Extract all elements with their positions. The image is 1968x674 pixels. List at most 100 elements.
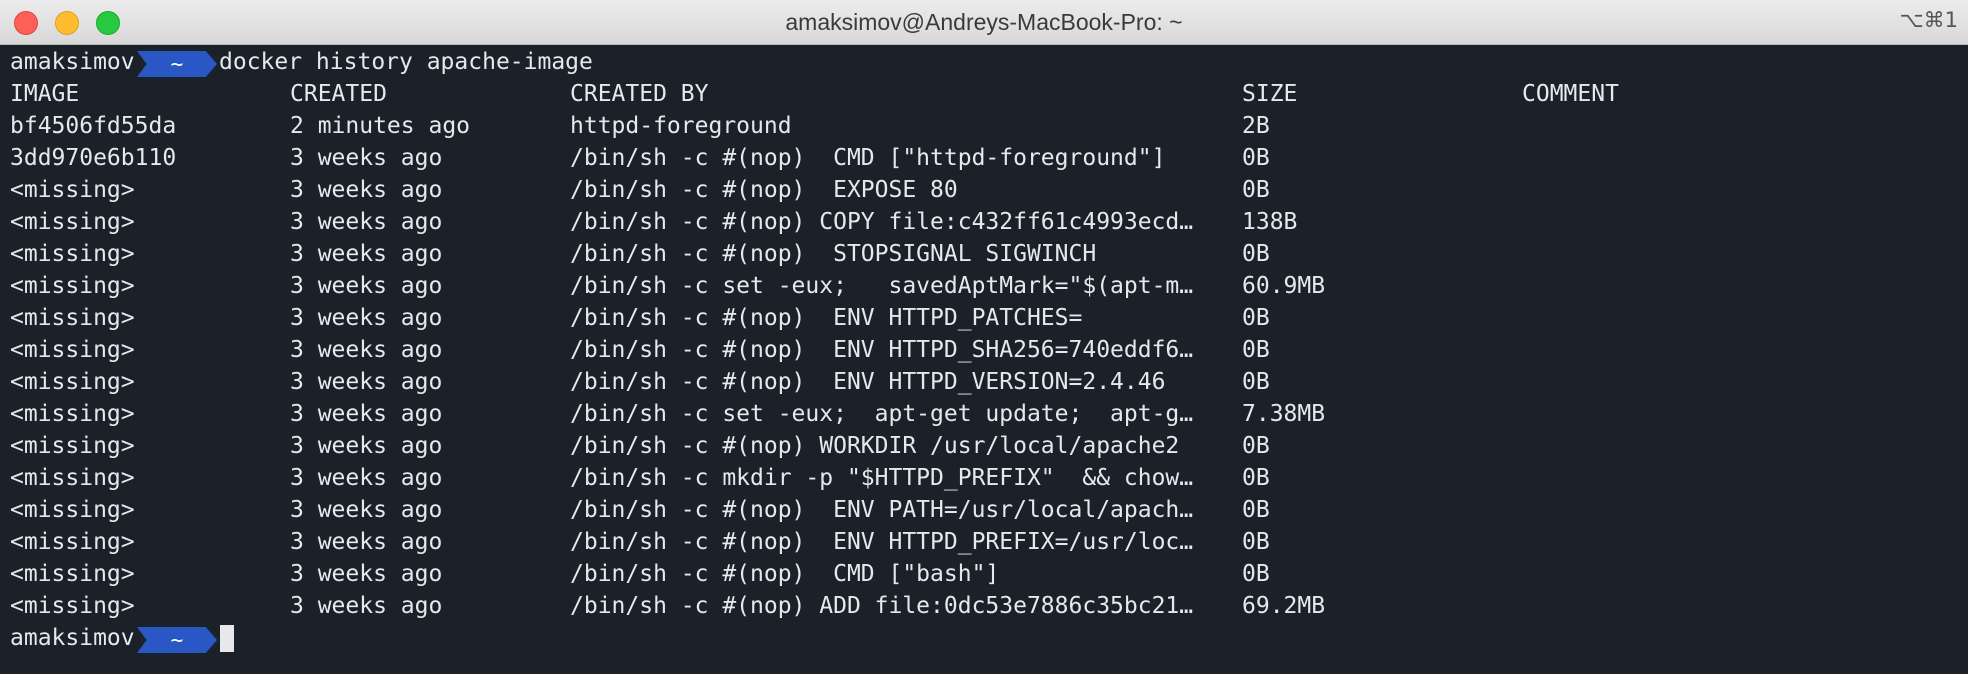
cell-size: 2B bbox=[1242, 113, 1270, 139]
cell-image: <missing> bbox=[10, 241, 135, 267]
cell-size: 0B bbox=[1242, 145, 1270, 171]
cell-created: 3 weeks ago bbox=[290, 209, 443, 235]
table-row: <missing> 3 weeks ago /bin/sh -c #(nop) … bbox=[10, 558, 1270, 590]
cell-image: <missing> bbox=[10, 401, 135, 427]
table-row: <missing> 3 weeks ago /bin/sh -c #(nop) … bbox=[10, 430, 1270, 462]
cell-created-by: /bin/sh -c #(nop) ENV HTTPD_SHA256=740ed… bbox=[570, 337, 1194, 363]
text-cursor bbox=[220, 625, 234, 652]
cell-size: 0B bbox=[1242, 177, 1270, 203]
table-row: <missing> 3 weeks ago /bin/sh -c mkdir -… bbox=[10, 462, 1270, 494]
cell-size: 0B bbox=[1242, 561, 1270, 587]
table-row: <missing> 3 weeks ago /bin/sh -c #(nop) … bbox=[10, 302, 1270, 334]
cell-created: 3 weeks ago bbox=[290, 273, 443, 299]
cell-size: 7.38MB bbox=[1242, 401, 1326, 427]
cell-created: 3 weeks ago bbox=[290, 433, 443, 459]
table-header: IMAGE CREATED CREATED BY SIZE COMMENT bbox=[10, 78, 1619, 110]
prompt-user: amaksimov bbox=[10, 625, 135, 651]
cell-image: bf4506fd55da bbox=[10, 113, 177, 139]
table-row: <missing> 3 weeks ago /bin/sh -c #(nop) … bbox=[10, 494, 1270, 526]
header-image: IMAGE bbox=[10, 81, 80, 107]
cell-created: 3 weeks ago bbox=[290, 401, 443, 427]
cell-created-by: /bin/sh -c #(nop) STOPSIGNAL SIGWINCH bbox=[570, 241, 1097, 267]
cell-image: <missing> bbox=[10, 433, 135, 459]
cell-created-by: /bin/sh -c #(nop) WORKDIR /usr/local/apa… bbox=[570, 433, 1180, 459]
table-row: <missing> 3 weeks ago /bin/sh -c #(nop) … bbox=[10, 590, 1325, 622]
cell-image: <missing> bbox=[10, 305, 135, 331]
cell-created-by: /bin/sh -c #(nop) EXPOSE 80 bbox=[570, 177, 958, 203]
cell-created: 3 weeks ago bbox=[290, 593, 443, 619]
header-comment: COMMENT bbox=[1522, 81, 1619, 107]
table-row: <missing> 3 weeks ago /bin/sh -c set -eu… bbox=[10, 270, 1325, 302]
terminal-window: amaksimov@Andreys-MacBook-Pro: ~ ⌥⌘1 ama… bbox=[0, 0, 1968, 674]
terminal-output[interactable]: amaksimov ~ docker history apache-image … bbox=[0, 46, 1968, 674]
cell-created-by: /bin/sh -c #(nop) ADD file:0dc53e7886c35… bbox=[570, 593, 1194, 619]
table-row: <missing> 3 weeks ago /bin/sh -c #(nop) … bbox=[10, 174, 1270, 206]
cell-created: 3 weeks ago bbox=[290, 561, 443, 587]
cell-created: 3 weeks ago bbox=[290, 177, 443, 203]
header-created-by: CREATED BY bbox=[570, 81, 709, 107]
cell-image: <missing> bbox=[10, 529, 135, 555]
table-row: <missing> 3 weeks ago /bin/sh -c #(nop) … bbox=[10, 334, 1270, 366]
cell-created: 3 weeks ago bbox=[290, 241, 443, 267]
cell-image: 3dd970e6b110 bbox=[10, 145, 177, 171]
prompt-directory-badge: ~ bbox=[137, 51, 217, 77]
table-row: bf4506fd55da 2 minutes ago httpd-foregro… bbox=[10, 110, 1270, 142]
table-row: <missing> 3 weeks ago /bin/sh -c #(nop) … bbox=[10, 238, 1270, 270]
cell-created-by: /bin/sh -c #(nop) ENV HTTPD_PATCHES= bbox=[570, 305, 1083, 331]
table-row: <missing> 3 weeks ago /bin/sh -c #(nop) … bbox=[10, 206, 1297, 238]
window-title: amaksimov@Andreys-MacBook-Pro: ~ bbox=[785, 9, 1183, 35]
header-size: SIZE bbox=[1242, 81, 1298, 107]
cell-size: 0B bbox=[1242, 337, 1270, 363]
cell-size: 60.9MB bbox=[1242, 273, 1326, 299]
cell-created: 3 weeks ago bbox=[290, 369, 443, 395]
cell-size: 0B bbox=[1242, 369, 1270, 395]
cell-created-by: /bin/sh -c set -eux; apt-get update; apt… bbox=[570, 401, 1194, 427]
cell-image: <missing> bbox=[10, 369, 135, 395]
cell-created: 3 weeks ago bbox=[290, 497, 443, 523]
cell-created-by: httpd-foreground bbox=[570, 113, 792, 139]
cell-created: 2 minutes ago bbox=[290, 113, 471, 139]
cell-created-by: /bin/sh -c #(nop) ENV HTTPD_VERSION=2.4.… bbox=[570, 369, 1166, 395]
cell-created: 3 weeks ago bbox=[290, 305, 443, 331]
cell-image: <missing> bbox=[10, 177, 135, 203]
scrollbar[interactable] bbox=[1938, 46, 1968, 674]
cell-size: 138B bbox=[1242, 209, 1298, 235]
cell-size: 0B bbox=[1242, 529, 1270, 555]
title-bar[interactable]: amaksimov@Andreys-MacBook-Pro: ~ ⌥⌘1 bbox=[0, 0, 1968, 45]
cell-created-by: /bin/sh -c #(nop) ENV PATH=/usr/local/ap… bbox=[570, 497, 1194, 523]
cell-created-by: /bin/sh -c #(nop) ENV HTTPD_PREFIX=/usr/… bbox=[570, 529, 1194, 555]
cell-created: 3 weeks ago bbox=[290, 529, 443, 555]
cell-created-by: /bin/sh -c #(nop) COPY file:c432ff61c499… bbox=[570, 209, 1194, 235]
cell-size: 0B bbox=[1242, 497, 1270, 523]
cell-image: <missing> bbox=[10, 337, 135, 363]
cell-size: 69.2MB bbox=[1242, 593, 1326, 619]
cell-size: 0B bbox=[1242, 433, 1270, 459]
cell-created-by: /bin/sh -c #(nop) CMD ["bash"] bbox=[570, 561, 1000, 587]
cell-created-by: /bin/sh -c mkdir -p "$HTTPD_PREFIX" && c… bbox=[570, 465, 1194, 491]
cell-image: <missing> bbox=[10, 497, 135, 523]
cell-created: 3 weeks ago bbox=[290, 337, 443, 363]
prompt-command: docker history apache-image bbox=[219, 49, 593, 75]
cell-image: <missing> bbox=[10, 593, 135, 619]
cell-size: 0B bbox=[1242, 305, 1270, 331]
cell-created: 3 weeks ago bbox=[290, 145, 443, 171]
table-row: <missing> 3 weeks ago /bin/sh -c #(nop) … bbox=[10, 366, 1270, 398]
header-created: CREATED bbox=[290, 81, 387, 107]
cell-image: <missing> bbox=[10, 273, 135, 299]
cell-size: 0B bbox=[1242, 465, 1270, 491]
prompt-directory-badge: ~ bbox=[137, 627, 217, 653]
cell-size: 0B bbox=[1242, 241, 1270, 267]
prompt-user: amaksimov bbox=[10, 49, 135, 75]
window-shortcut: ⌥⌘1 bbox=[1899, 8, 1958, 32]
table-row: <missing> 3 weeks ago /bin/sh -c #(nop) … bbox=[10, 526, 1270, 558]
table-row: <missing> 3 weeks ago /bin/sh -c set -eu… bbox=[10, 398, 1325, 430]
cell-image: <missing> bbox=[10, 209, 135, 235]
table-row: 3dd970e6b110 3 weeks ago /bin/sh -c #(no… bbox=[10, 142, 1270, 174]
prompt-line: amaksimov ~ docker history apache-image bbox=[10, 46, 593, 78]
cell-created-by: /bin/sh -c #(nop) CMD ["httpd-foreground… bbox=[570, 145, 1166, 171]
cell-image: <missing> bbox=[10, 465, 135, 491]
cell-created: 3 weeks ago bbox=[290, 465, 443, 491]
prompt-line-active[interactable]: amaksimov ~ bbox=[10, 622, 234, 654]
cell-created-by: /bin/sh -c set -eux; savedAptMark="$(apt… bbox=[570, 273, 1194, 299]
cell-image: <missing> bbox=[10, 561, 135, 587]
